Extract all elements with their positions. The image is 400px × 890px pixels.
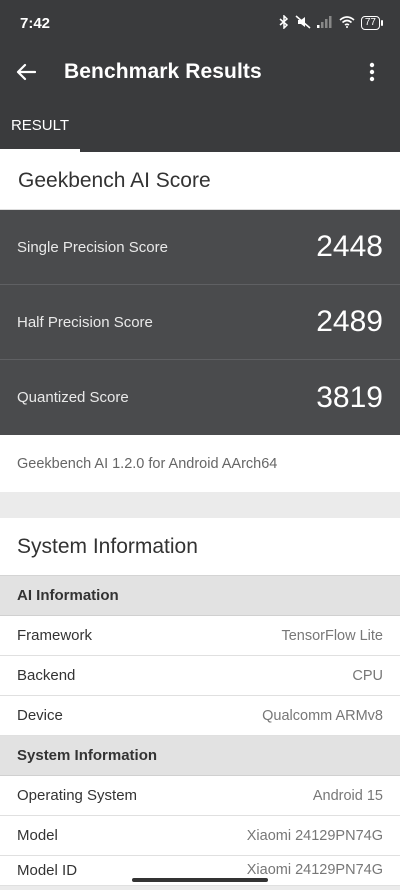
info-value: Qualcomm ARMv8 bbox=[262, 707, 383, 724]
tab-indicator bbox=[0, 149, 80, 152]
status-time: 7:42 bbox=[20, 14, 51, 32]
app-bar: Benchmark Results bbox=[0, 46, 400, 98]
more-vertical-icon[interactable] bbox=[360, 57, 384, 87]
page-title: Benchmark Results bbox=[64, 60, 262, 83]
arrow-left-icon[interactable] bbox=[16, 57, 46, 87]
status-icons: 77 bbox=[279, 13, 384, 32]
score-row-single: Single Precision Score 2448 bbox=[0, 210, 400, 285]
info-label: Operating System bbox=[17, 787, 138, 804]
score-value: 3819 bbox=[316, 380, 383, 414]
version-text: Geekbench AI 1.2.0 for Android AArch64 bbox=[0, 435, 400, 492]
score-value: 2448 bbox=[316, 230, 383, 263]
score-row-quantized: Quantized Score 3819 bbox=[0, 360, 400, 435]
info-label: Backend bbox=[17, 667, 76, 684]
score-list: Single Precision Score 2448 Half Precisi… bbox=[0, 210, 400, 435]
info-label: Framework bbox=[17, 627, 93, 644]
system-info-title: System Information bbox=[0, 518, 400, 576]
info-label: Model bbox=[17, 827, 58, 844]
bluetooth-icon bbox=[279, 13, 289, 32]
tab-result[interactable]: RESULT bbox=[0, 98, 80, 152]
score-row-half: Half Precision Score 2489 bbox=[0, 285, 400, 360]
mute-icon bbox=[295, 14, 311, 32]
battery-icon: 77 bbox=[360, 16, 384, 30]
score-value: 2489 bbox=[316, 305, 383, 338]
info-row-framework: Framework TensorFlow Lite bbox=[0, 616, 400, 656]
info-label: Model ID bbox=[17, 862, 78, 879]
ai-info-header: AI Information bbox=[0, 576, 400, 616]
system-info-header: System Information bbox=[0, 736, 400, 776]
home-indicator[interactable] bbox=[132, 878, 268, 882]
info-value: Xiaomi 24129PN74G bbox=[246, 827, 383, 844]
info-row-os: Operating System Android 15 bbox=[0, 776, 400, 816]
info-value: Xiaomi 24129PN74G bbox=[246, 862, 383, 878]
score-label: Quantized Score bbox=[17, 389, 129, 406]
battery-level: 77 bbox=[364, 17, 376, 28]
info-value: Android 15 bbox=[312, 787, 383, 804]
info-row-backend: Backend CPU bbox=[0, 656, 400, 696]
score-card-title: Geekbench AI Score bbox=[0, 152, 400, 210]
info-value: TensorFlow Lite bbox=[281, 627, 383, 644]
info-row-device: Device Qualcomm ARMv8 bbox=[0, 696, 400, 736]
score-label: Single Precision Score bbox=[17, 238, 168, 256]
wifi-icon bbox=[339, 15, 355, 31]
status-bar: 7:42 77 bbox=[0, 0, 400, 46]
info-label: Device bbox=[17, 707, 63, 724]
info-row-model: Model Xiaomi 24129PN74G bbox=[0, 816, 400, 856]
score-label: Half Precision Score bbox=[17, 313, 153, 331]
tab-bar: RESULT bbox=[0, 98, 400, 152]
signal-icon bbox=[316, 15, 333, 31]
info-value: CPU bbox=[352, 667, 383, 684]
